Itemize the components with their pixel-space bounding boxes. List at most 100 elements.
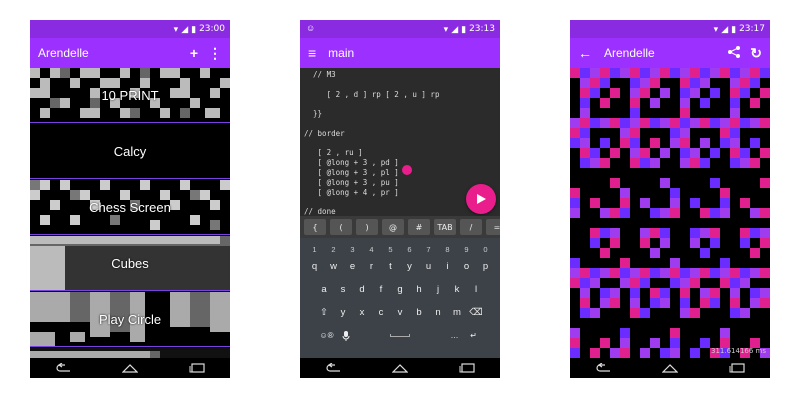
emoji-key[interactable]: ☺®: [317, 326, 336, 345]
key-b[interactable]: b: [410, 303, 429, 322]
list-item-10-print[interactable]: 10 PRINT: [30, 68, 230, 123]
pixel: [760, 298, 770, 308]
pixel: [730, 138, 740, 148]
key-y[interactable]: y: [334, 303, 353, 322]
pixel: [740, 308, 750, 318]
symbol-key[interactable]: {: [304, 219, 326, 235]
key-q[interactable]: q: [305, 257, 324, 276]
home-icon[interactable]: [121, 362, 139, 374]
key-p[interactable]: p: [476, 257, 495, 276]
key-j[interactable]: j: [429, 280, 448, 299]
recents-icon[interactable]: [188, 362, 206, 374]
symbol-key[interactable]: /: [460, 219, 482, 235]
key-r[interactable]: r: [362, 257, 381, 276]
key-d[interactable]: d: [353, 280, 372, 299]
pixel: [610, 268, 620, 278]
pixel: [680, 98, 690, 108]
pixel: [740, 238, 750, 248]
pixel: [600, 158, 610, 168]
pixel: [730, 148, 740, 158]
key-n[interactable]: n: [429, 303, 448, 322]
key-w[interactable]: w: [324, 257, 343, 276]
text-cursor-handle[interactable]: [402, 165, 412, 175]
pixel: [700, 68, 710, 78]
recents-icon[interactable]: [728, 362, 746, 374]
pixel: [700, 138, 710, 148]
pixel: [760, 178, 770, 188]
key-v[interactable]: v: [391, 303, 410, 322]
backspace-key[interactable]: ⌫: [467, 303, 486, 322]
nav-bar: [300, 358, 500, 378]
pixel: [680, 308, 690, 318]
list-item-calcy[interactable]: Calcy: [30, 124, 230, 179]
pixel: [760, 148, 770, 158]
list-item-label: Cubes: [111, 256, 149, 271]
pixel: [570, 328, 580, 338]
key-l[interactable]: l: [467, 280, 486, 299]
key-e[interactable]: e: [343, 257, 362, 276]
key-h[interactable]: h: [410, 280, 429, 299]
key-m[interactable]: m: [448, 303, 467, 322]
key-c[interactable]: c: [372, 303, 391, 322]
pixel: [650, 248, 660, 258]
pixel: [680, 278, 690, 288]
home-icon[interactable]: [391, 362, 409, 374]
mic-key[interactable]: [336, 326, 355, 345]
key-i[interactable]: i: [438, 257, 457, 276]
play-icon: [477, 194, 486, 204]
key-s[interactable]: s: [334, 280, 353, 299]
key-x[interactable]: x: [353, 303, 372, 322]
key-a[interactable]: a: [315, 280, 334, 299]
symbol-key[interactable]: ): [356, 219, 378, 235]
pixel: [680, 118, 690, 128]
pixel: [670, 258, 680, 268]
hamburger-menu-icon[interactable]: ≡: [308, 45, 316, 61]
pixel: [620, 188, 630, 198]
list-item-play-circle[interactable]: Play Circle: [30, 292, 230, 347]
key-g[interactable]: g: [391, 280, 410, 299]
pixel: [580, 78, 590, 88]
back-icon[interactable]: [324, 362, 342, 374]
pixel: [590, 78, 600, 88]
phone-apps-list: ▾ ◢ ▮ 23:00 Arendelle + ⋮ 10 PRINT Calcy…: [30, 20, 230, 378]
plus-icon[interactable]: +: [190, 45, 198, 61]
refresh-icon[interactable]: ↻: [750, 45, 762, 62]
wifi-icon: ▾: [443, 23, 449, 34]
symbol-key[interactable]: =: [486, 219, 500, 235]
recents-icon[interactable]: [458, 362, 476, 374]
code-line: [ 2 , ru ]: [304, 148, 363, 158]
key-y[interactable]: y: [400, 257, 419, 276]
pixel: [600, 68, 610, 78]
more-vert-icon[interactable]: ⋮: [208, 45, 222, 62]
symbol-key[interactable]: TAB: [434, 219, 456, 235]
key-o[interactable]: o: [457, 257, 476, 276]
back-icon[interactable]: [594, 362, 612, 374]
list-item-cubes[interactable]: Cubes: [30, 236, 230, 291]
shift-key[interactable]: ⇧: [315, 303, 334, 322]
comma-key[interactable]: …: [445, 326, 464, 345]
pixel: [760, 238, 770, 248]
pixel: [670, 328, 680, 338]
pixel: [680, 108, 690, 118]
key-u[interactable]: u: [419, 257, 438, 276]
key-t[interactable]: t: [381, 257, 400, 276]
enter-key[interactable]: ↵: [464, 326, 483, 345]
share-icon[interactable]: [728, 45, 741, 61]
symbol-key[interactable]: #: [408, 219, 430, 235]
space-key[interactable]: [355, 326, 445, 345]
pixel: [710, 178, 720, 188]
symbol-key[interactable]: (: [330, 219, 352, 235]
back-icon[interactable]: [54, 362, 72, 374]
pixel: [730, 308, 740, 318]
key-k[interactable]: k: [448, 280, 467, 299]
home-icon[interactable]: [661, 362, 679, 374]
pixel: [690, 118, 700, 128]
back-arrow-icon[interactable]: ←: [578, 45, 592, 61]
symbol-key[interactable]: @: [382, 219, 404, 235]
run-button[interactable]: [466, 184, 496, 214]
pixel: [600, 208, 610, 218]
key-f[interactable]: f: [372, 280, 391, 299]
list-item-chess-screen[interactable]: Chess Screen: [30, 180, 230, 235]
pixel: [600, 98, 610, 108]
pixel: [610, 288, 620, 298]
